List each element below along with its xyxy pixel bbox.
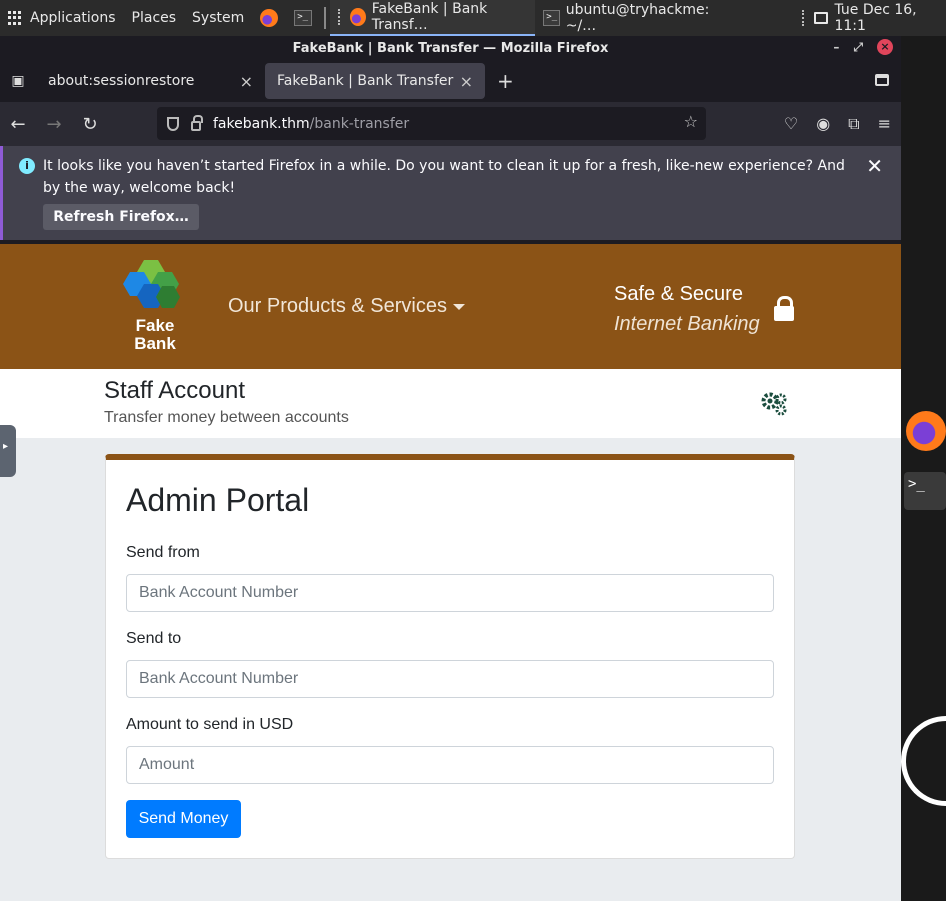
terminal-icon: >_ <box>294 10 313 26</box>
minimize-icon[interactable]: – <box>833 40 839 54</box>
products-services-label: Our Products & Services <box>228 295 447 317</box>
maximize-icon[interactable]: ⤢ <box>853 40 863 55</box>
page-content: Fake Bank Our Products & Services Safe &… <box>0 244 901 901</box>
send-from-input[interactable] <box>126 574 774 612</box>
toolbar-right-icons: ♡ ◉ ⧉ ≡ <box>784 114 891 134</box>
form-heading: Admin Portal <box>126 482 310 518</box>
url-path: /bank-transfer <box>309 115 410 132</box>
back-arrow-icon[interactable]: ← <box>0 114 36 135</box>
wallpaper-cloud-shape <box>901 716 946 806</box>
apps-grid-icon <box>8 11 22 25</box>
tagline: Safe & Secure Internet Banking <box>614 279 760 339</box>
drag-handle-icon <box>802 10 806 26</box>
logo-text-fake: Fake <box>135 316 175 335</box>
account-bar: Staff Account Transfer money between acc… <box>0 369 901 438</box>
bank-header: Fake Bank Our Products & Services Safe &… <box>0 244 901 369</box>
drag-handle-icon <box>338 9 342 25</box>
window-controls: – ⤢ × <box>833 39 893 55</box>
fakebank-logo-icon[interactable] <box>122 260 188 316</box>
tracking-shield-icon[interactable] <box>167 116 179 131</box>
info-icon: i <box>19 158 35 174</box>
clock-label: Tue Dec 16, 11:1 <box>834 2 917 34</box>
firefox-launcher[interactable] <box>252 0 286 36</box>
account-icon[interactable]: ◉ <box>816 114 830 134</box>
send-money-button[interactable]: Send Money <box>126 800 241 838</box>
terminal-launcher[interactable]: >_ <box>286 0 320 36</box>
applications-label: Applications <box>30 10 116 26</box>
tab-bar: ▣ about:sessionrestore × FakeBank | Bank… <box>0 60 901 102</box>
firefox-icon <box>349 8 366 26</box>
close-window-icon[interactable]: × <box>877 39 893 55</box>
terminal-icon: >_ <box>543 10 560 26</box>
firefox-icon <box>260 9 279 27</box>
window-title: FakeBank | Bank Transfer — Mozilla Firef… <box>292 40 609 56</box>
taskbar-firefox[interactable]: FakeBank | Bank Transf… <box>330 0 536 36</box>
terminal-desktop-icon[interactable]: >_ <box>904 472 946 510</box>
close-tab-icon[interactable]: × <box>460 72 473 91</box>
places-menu[interactable]: Places <box>124 0 185 36</box>
send-to-input[interactable] <box>126 660 774 698</box>
account-subtitle: Transfer money between accounts <box>104 409 349 426</box>
tab-label: about:sessionrestore <box>48 73 195 89</box>
taskbar-firefox-label: FakeBank | Bank Transf… <box>371 1 488 33</box>
applications-menu[interactable]: Applications <box>0 0 124 36</box>
settings-gears-icon[interactable] <box>760 391 788 417</box>
clock[interactable]: Tue Dec 16, 11:1 <box>794 0 946 36</box>
system-menu[interactable]: System <box>184 0 252 36</box>
url-domain: fakebank.thm <box>213 115 310 132</box>
send-to-label: Send to <box>126 630 182 647</box>
window-titlebar: FakeBank | Bank Transfer — Mozilla Firef… <box>0 36 901 60</box>
navigation-toolbar: ← → ↻ fakebank.thm /bank-transfer ☆ ♡ ◉ … <box>0 102 901 146</box>
desktop-background: >_ <box>901 36 946 901</box>
sidebar-toggle-handle[interactable] <box>0 425 16 477</box>
amount-label: Amount to send in USD <box>126 716 294 733</box>
new-tab-icon[interactable]: + <box>497 69 514 93</box>
tab-list-icon[interactable]: ▣ <box>0 73 36 89</box>
reload-icon[interactable]: ↻ <box>72 114 108 135</box>
tab-sessionrestore[interactable]: about:sessionrestore × <box>36 63 265 99</box>
close-tab-icon[interactable]: × <box>240 72 253 91</box>
menu-hamburger-icon[interactable]: ≡ <box>878 114 891 134</box>
close-notification-icon[interactable]: ✕ <box>866 154 883 178</box>
firefox-desktop-icon[interactable] <box>906 411 946 451</box>
refresh-firefox-notification: i It looks like you haven’t started Fire… <box>0 146 901 240</box>
address-bar[interactable]: fakebank.thm /bank-transfer ☆ <box>157 107 706 140</box>
logo-text-bank: Bank <box>134 334 176 353</box>
bookmark-star-icon[interactable]: ☆ <box>684 112 698 131</box>
notification-message: It looks like you haven’t started Firefo… <box>43 158 845 196</box>
taskbar-terminal-label: ubuntu@tryhackme: ~/… <box>565 2 710 34</box>
desktop-top-panel: Applications Places System >_ FakeBank |… <box>0 0 946 36</box>
panel-separator <box>324 7 327 29</box>
tab-fakebank[interactable]: FakeBank | Bank Transfer × <box>265 63 485 99</box>
send-from-label: Send from <box>126 544 200 561</box>
dropdown-caret-icon <box>452 303 465 310</box>
amount-input[interactable] <box>126 746 774 784</box>
logo-text: Fake Bank <box>130 317 180 353</box>
lock-icon <box>774 296 794 321</box>
tab-overview-icon[interactable] <box>875 74 889 86</box>
insecure-lock-icon[interactable] <box>191 114 203 131</box>
extensions-icon[interactable]: ⧉ <box>848 114 859 134</box>
forward-arrow-icon[interactable]: → <box>36 114 72 135</box>
tab-label: FakeBank | Bank Transfer <box>277 73 454 89</box>
pocket-icon[interactable]: ♡ <box>784 114 798 134</box>
products-services-dropdown[interactable]: Our Products & Services <box>228 295 465 318</box>
refresh-firefox-button[interactable]: Refresh Firefox… <box>43 204 199 230</box>
tagline-internet-banking: Internet Banking <box>614 313 760 335</box>
monitor-icon <box>813 12 829 24</box>
taskbar-terminal[interactable]: >_ ubuntu@tryhackme: ~/… <box>535 0 732 36</box>
tagline-safe-secure: Safe & Secure <box>614 283 743 305</box>
account-title: Staff Account <box>104 377 245 404</box>
admin-portal-card: Admin Portal Send from Send to Amount to… <box>105 454 795 859</box>
